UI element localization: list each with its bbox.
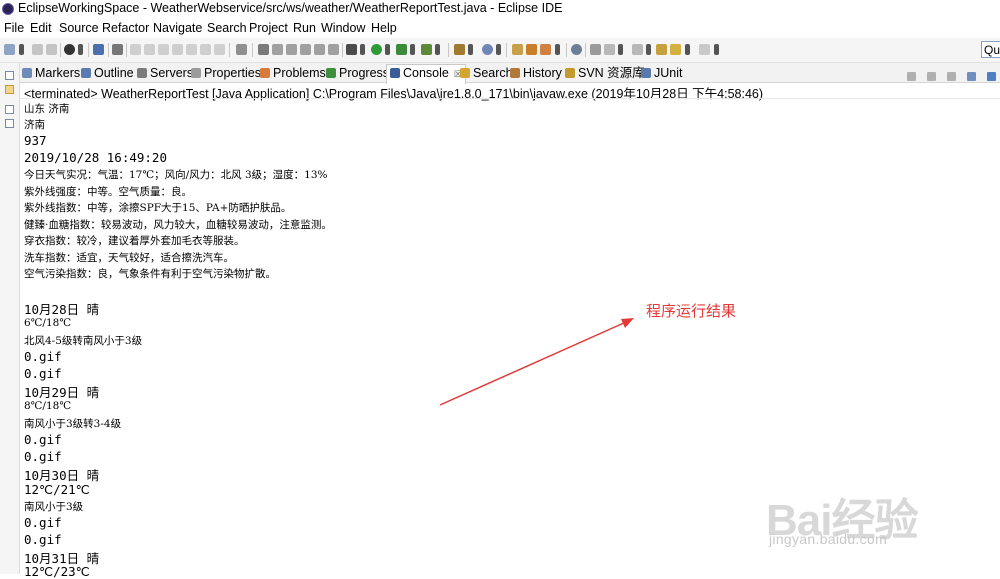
watermark-url: jingyan.baidu.com: [769, 531, 887, 547]
annotation-label: 程序运行结果: [646, 302, 737, 320]
